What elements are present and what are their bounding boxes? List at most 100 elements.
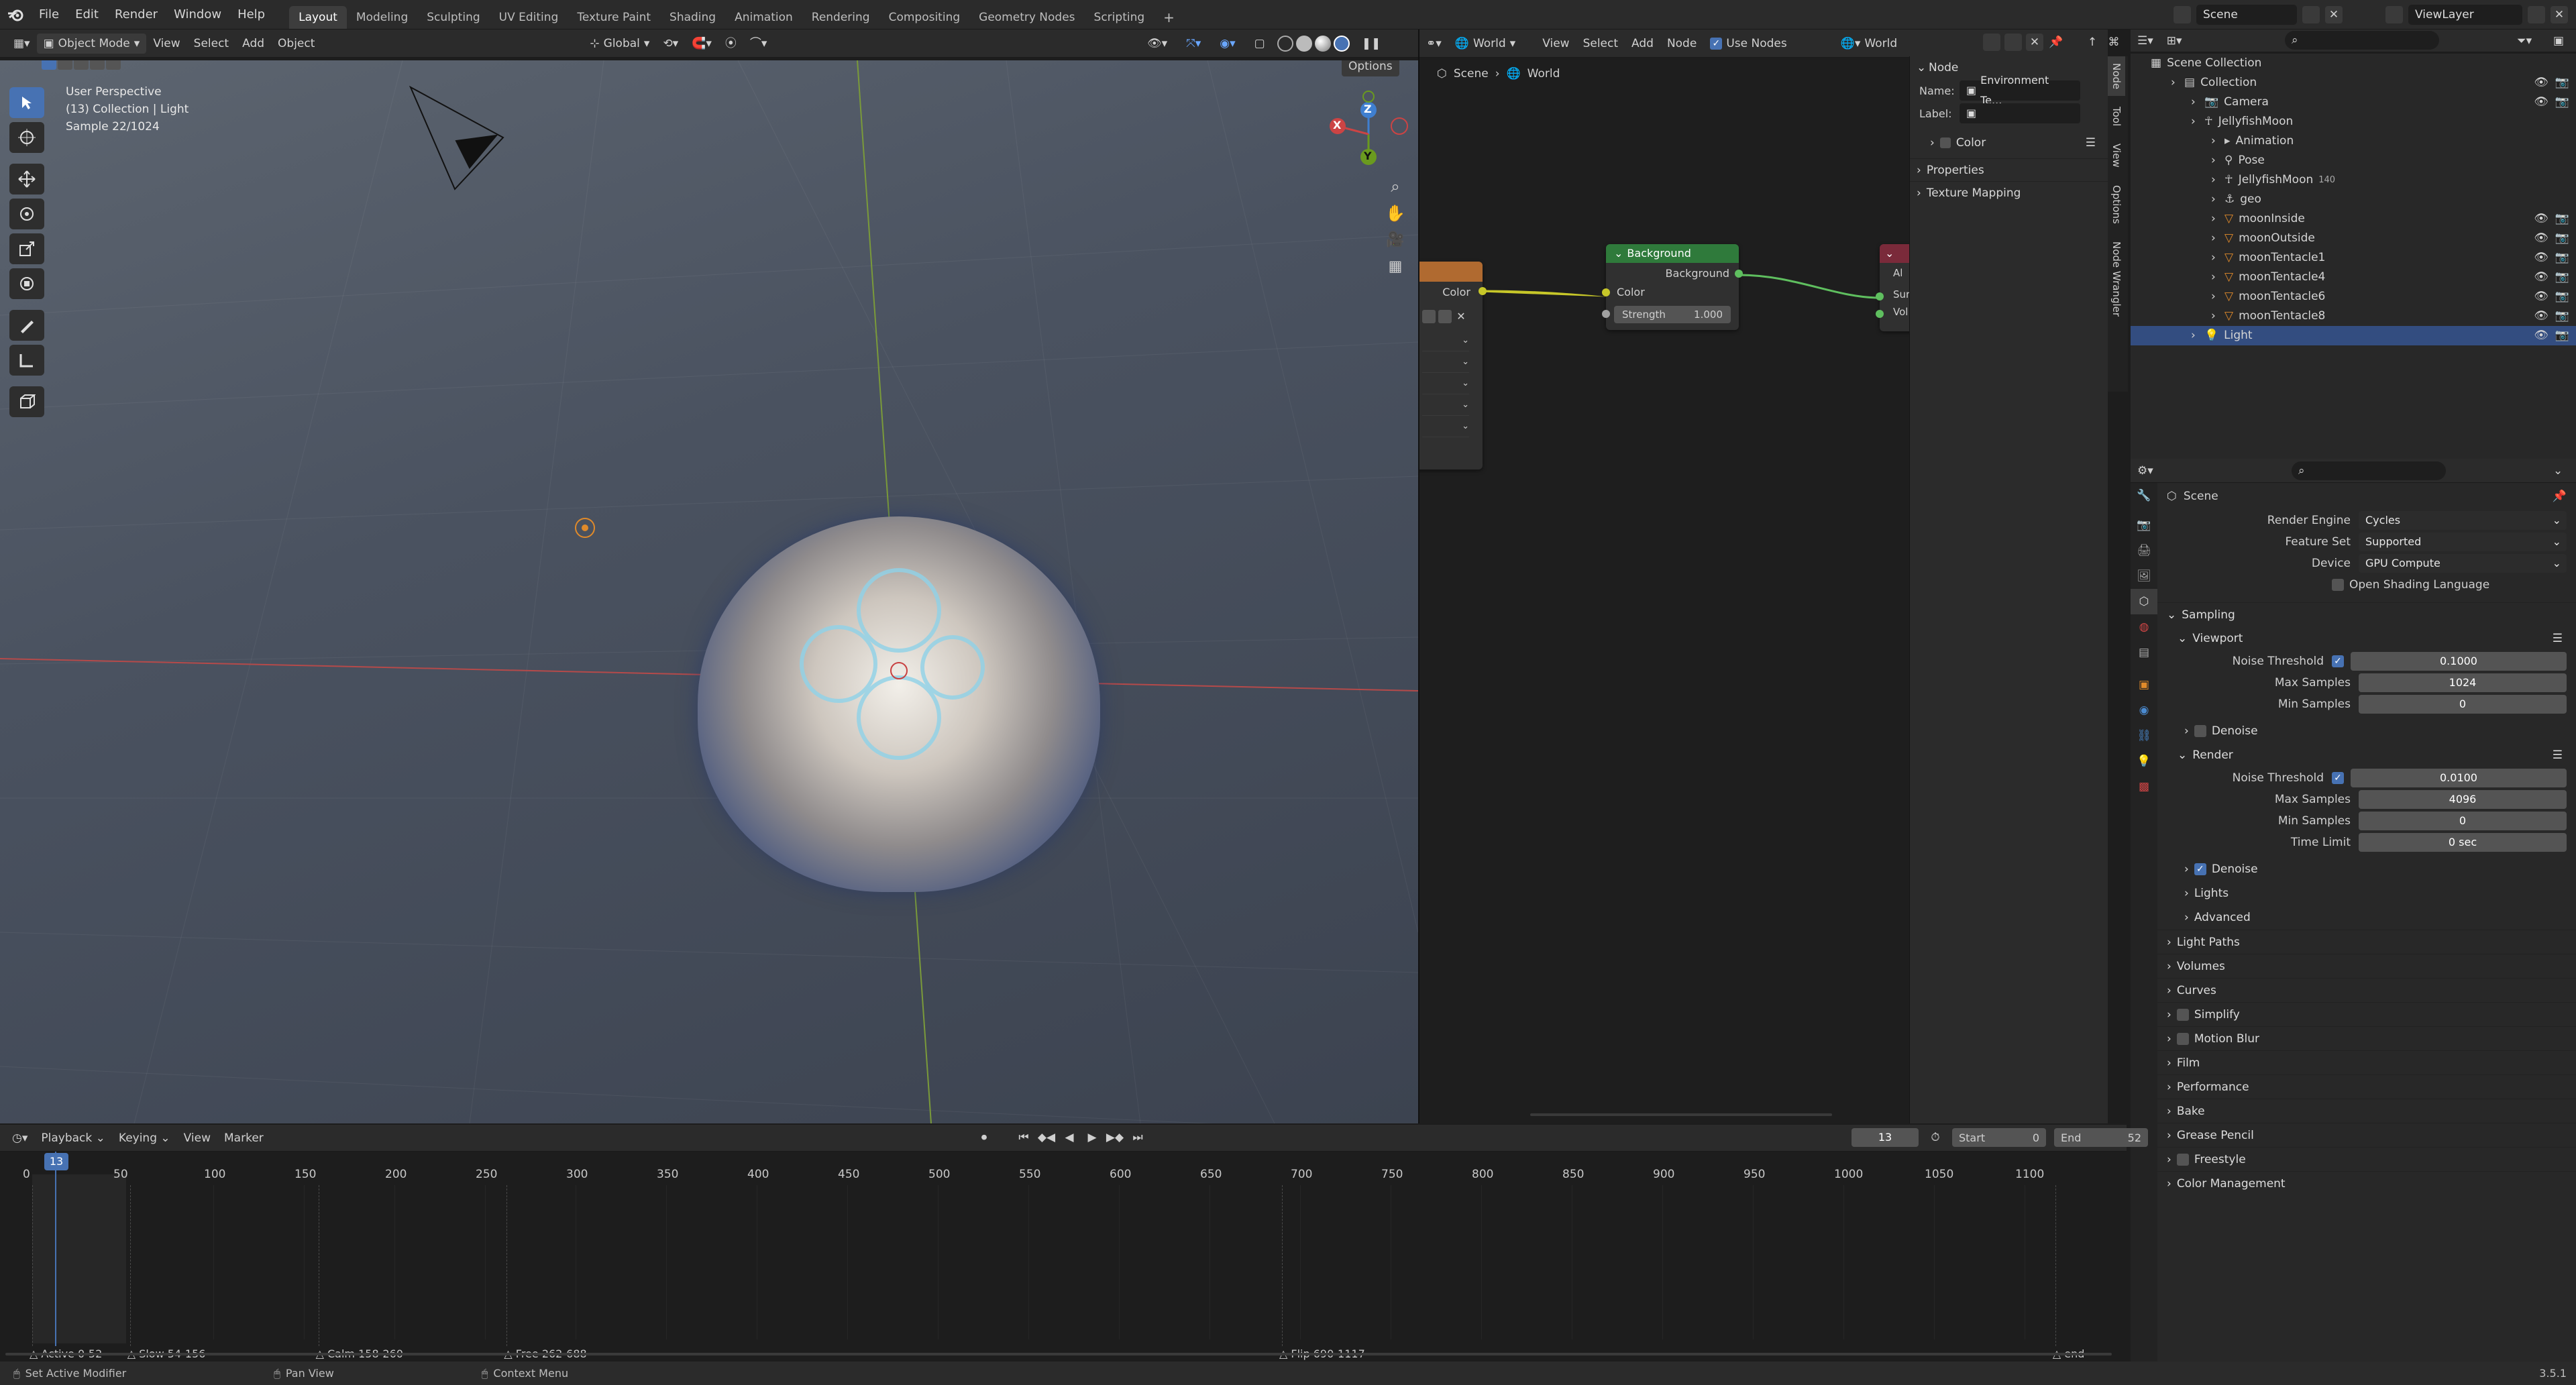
tool-tab-icon[interactable]: 🔧 (2131, 483, 2157, 508)
falloff-icon[interactable]: ⌒▾ (743, 34, 774, 54)
menu-file[interactable]: File (31, 0, 67, 30)
expand-icon[interactable]: › (2211, 190, 2219, 209)
zoom-icon[interactable]: ⌕ (1382, 173, 1409, 200)
gizmo-toggle-icon[interactable]: ⤧▾ (1179, 34, 1208, 54)
tab-options[interactable]: Options (2108, 178, 2125, 231)
feature-set-dropdown[interactable]: Supported ⌄ (2359, 533, 2567, 551)
env-alpha-dropdown[interactable]: ⌄ (1422, 421, 1469, 437)
volume-input-socket[interactable] (1876, 310, 1884, 318)
material-shading-icon[interactable] (1314, 36, 1331, 52)
r-denoise-subsection[interactable]: › ✓ Denoise (2157, 857, 2576, 881)
tab-node[interactable]: Node (2108, 56, 2125, 97)
outliner-item-geo-6[interactable]: › ⚓ geo (2131, 190, 2576, 209)
transform-tool-icon[interactable] (9, 268, 44, 299)
surface-input-socket[interactable] (1876, 292, 1884, 300)
pan-icon[interactable]: ✋ (1382, 200, 1409, 227)
tab-sculpting[interactable]: Sculpting (417, 6, 489, 29)
background-node-header[interactable]: ⌄ Background (1606, 244, 1739, 263)
eye-icon[interactable]: 👁 (2534, 248, 2548, 268)
delete-scene-icon[interactable]: ✕ (2325, 6, 2343, 23)
xray-icon[interactable]: ▢ (1248, 34, 1272, 54)
editor-type-icon[interactable]: ▦▾ (7, 34, 37, 54)
background-output-socket[interactable] (1735, 270, 1743, 278)
expand-icon[interactable]: › (2211, 307, 2219, 326)
select-new-icon[interactable] (42, 60, 56, 70)
menu-node-select[interactable]: Select (1576, 34, 1625, 54)
expand-icon[interactable]: › (2211, 170, 2219, 190)
environment-texture-node[interactable]: Color ✕ ⌄ ⌄ ⌄ ⌄ ⌄ (1419, 262, 1487, 469)
expand-icon[interactable]: › (2191, 93, 2199, 112)
world-datablock[interactable]: 🌐▾ World (1834, 34, 1904, 54)
select-subtract-icon[interactable] (74, 60, 89, 70)
env-projection-dropdown[interactable]: ⌄ (1422, 357, 1469, 373)
node-color-presets-icon[interactable]: ☰ (2086, 131, 2096, 154)
new-world-icon[interactable] (2004, 34, 2022, 51)
snap-node-icon[interactable]: ⌘ (2105, 34, 2123, 51)
outliner-item-moontentacle6-11[interactable]: › ▽ moonTentacle6 👁 📷 (2131, 287, 2576, 307)
freestyle-checkbox[interactable] (2176, 1153, 2189, 1166)
eye-icon[interactable]: 👁 (2534, 307, 2548, 326)
eye-icon[interactable]: 👁 (2534, 287, 2548, 307)
render-visibility-icon[interactable]: 📷 (2555, 248, 2569, 268)
node-label-field[interactable]: ▣ (1960, 103, 2080, 123)
expand-icon[interactable]: › (2211, 248, 2219, 268)
render-visibility-icon[interactable]: 📷 (2555, 73, 2569, 93)
transform-orientation-dropdown[interactable]: ⊹ Global ▾ (583, 34, 656, 54)
timeline-scrollbar[interactable] (5, 1353, 2118, 1358)
env-image-icon[interactable] (1422, 310, 1436, 323)
node-name-field[interactable]: ▣ Environment Te... (1960, 74, 2080, 107)
viewport-presets-icon[interactable]: ☰ (2553, 626, 2563, 651)
expand-icon[interactable]: › (2211, 229, 2219, 248)
tab-shading[interactable]: Shading (660, 6, 725, 29)
render-visibility-icon[interactable]: 📷 (2555, 209, 2569, 229)
tab-modeling[interactable]: Modeling (347, 6, 417, 29)
env-source-dropdown[interactable]: ⌄ (1422, 378, 1469, 394)
use-nodes-checkbox[interactable]: ✓ (1710, 37, 1723, 50)
constraints-tab-icon[interactable]: ⛓ (2131, 723, 2157, 749)
wireframe-shading-icon[interactable] (1277, 36, 1293, 52)
tab-node-wrangler[interactable]: Node Wrangler (2108, 235, 2125, 323)
scene-name-field[interactable]: Scene (2196, 5, 2297, 25)
tab-view[interactable]: View (2108, 137, 2125, 174)
vp-denoise-subsection[interactable]: › Denoise (2157, 719, 2576, 743)
vp-min-samples-field[interactable]: 0 (2359, 695, 2567, 714)
r-noise-threshold-field[interactable]: 0.0100 (2351, 769, 2567, 787)
navigation-gizmo[interactable]: Z Y X (1322, 87, 1415, 181)
eye-icon[interactable]: 👁 (2534, 229, 2548, 248)
world-tab-icon[interactable]: ◍ (2131, 614, 2157, 640)
menu-add[interactable]: Add (235, 34, 271, 54)
outliner-item-collection-0[interactable]: › ▤ Collection 👁 📷 (2131, 73, 2576, 93)
menu-window[interactable]: Window (166, 0, 229, 30)
shader-type-dropdown[interactable]: 🌐 World ▾ (1448, 34, 1522, 54)
eye-icon[interactable]: 👁 (2534, 326, 2548, 345)
physics-tab-icon[interactable]: ◉ (2131, 698, 2157, 723)
new-view-layer-icon[interactable] (2528, 6, 2545, 23)
proportional-edit-icon[interactable]: ⦿ (718, 34, 743, 54)
eye-icon[interactable]: 👁 (2534, 93, 2548, 112)
section-color-management[interactable]: › Color Management (2157, 1171, 2576, 1195)
collection-tab-icon[interactable]: ▤ (2131, 640, 2157, 665)
collapse-node-icon[interactable]: ⌄ (1614, 244, 1623, 263)
expand-icon[interactable]: › (2191, 326, 2199, 345)
render-tab-icon[interactable]: 📷 (2131, 512, 2157, 538)
expand-icon[interactable]: › (2211, 268, 2219, 287)
delete-view-layer-icon[interactable]: ✕ (2551, 6, 2568, 23)
time-limit-field[interactable]: 0 sec (2359, 833, 2567, 852)
texture-tab-icon[interactable]: ▩ (2131, 774, 2157, 799)
section-film[interactable]: › Film (2157, 1050, 2576, 1074)
eye-icon[interactable]: 👁 (2534, 268, 2548, 287)
tab-rendering[interactable]: Rendering (802, 6, 879, 29)
env-open-icon[interactable] (1438, 310, 1452, 323)
r-noise-checkbox[interactable]: ✓ (2332, 772, 2344, 784)
outliner-item-light-13[interactable]: › 💡 Light 👁 📷 (2131, 326, 2576, 345)
outliner-item-camera-1[interactable]: › 📷 Camera 👁 📷 (2131, 93, 2576, 112)
node-color-subsection[interactable]: › Color ☰ (1910, 131, 2108, 154)
tab-texture-paint[interactable]: Texture Paint (568, 6, 660, 29)
r-denoise-checkbox[interactable]: ✓ (2194, 863, 2206, 875)
env-interp-dropdown[interactable]: ⌄ (1422, 335, 1469, 351)
node-editor-type-icon[interactable]: ⚭▾ (1419, 34, 1448, 54)
menu-node[interactable]: Node (1660, 34, 1703, 54)
expand-icon[interactable]: › (2211, 131, 2219, 151)
filter-icon[interactable]: ⏷▾ (2510, 31, 2538, 51)
pause-render-icon[interactable]: ❚❚ (1355, 34, 1388, 54)
